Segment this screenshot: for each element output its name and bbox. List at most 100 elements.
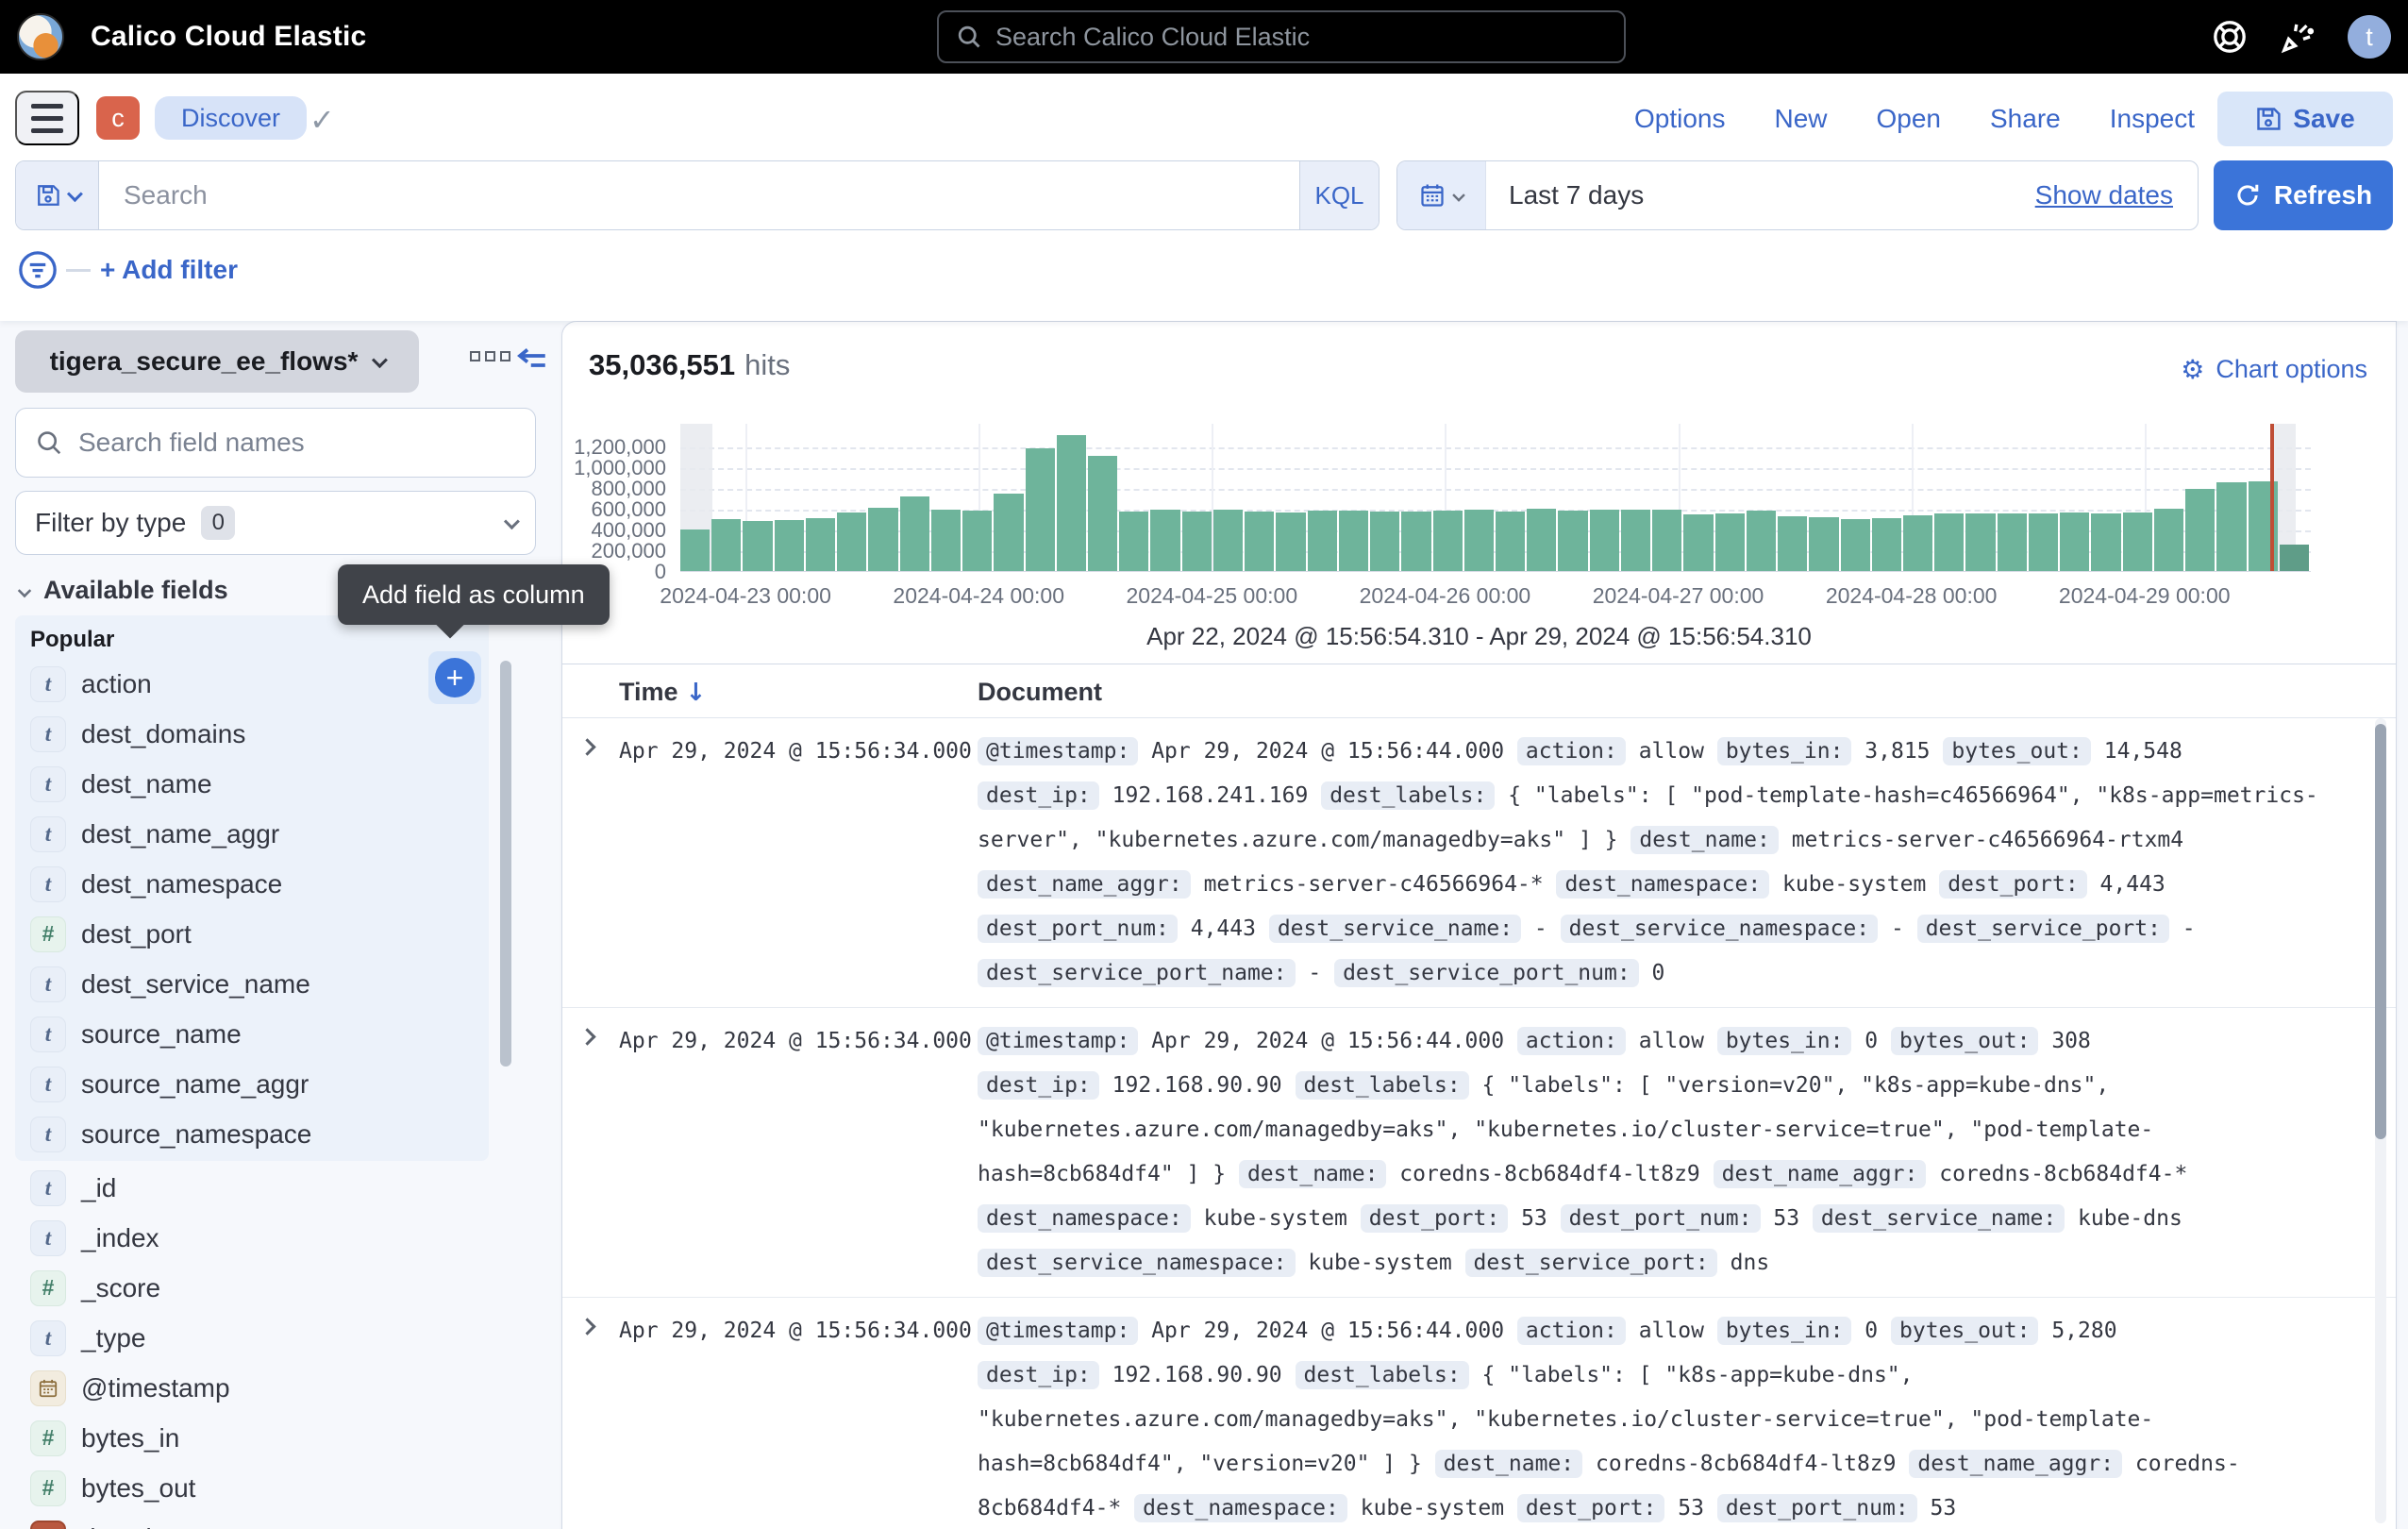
query-language-button[interactable]: KQL [1299, 161, 1379, 229]
histogram-bar[interactable] [806, 518, 835, 571]
field-item-source_name_aggr[interactable]: tsource_name_aggr [15, 1059, 489, 1109]
save-button[interactable]: Save [2217, 92, 2393, 146]
histogram-bar[interactable] [1558, 511, 1587, 571]
histogram-bar[interactable] [1464, 510, 1494, 571]
menu-item-share[interactable]: Share [1990, 104, 2061, 134]
histogram-bar[interactable] [775, 520, 804, 571]
histogram-bar[interactable] [1872, 518, 1901, 571]
field-item-_type[interactable]: t_type [15, 1313, 489, 1363]
collapse-sidebar-icon[interactable] [513, 342, 551, 379]
refresh-button[interactable]: Refresh [2214, 160, 2393, 230]
histogram-bar[interactable] [837, 512, 866, 571]
available-fields-header[interactable]: Available fields [19, 576, 228, 605]
index-pattern-selector[interactable]: tigera_secure_ee_flows* [15, 330, 419, 393]
show-dates-button[interactable]: Show dates [2011, 161, 2198, 229]
user-avatar[interactable]: t [2348, 15, 2391, 59]
field-item-_score[interactable]: #_score [15, 1263, 489, 1313]
field-search-input[interactable]: Search field names [15, 408, 536, 478]
histogram-bar[interactable] [1527, 509, 1556, 571]
help-icon[interactable] [2212, 19, 2248, 55]
field-item-action[interactable]: taction+ [15, 659, 489, 709]
expand-row-button[interactable] [562, 1019, 619, 1285]
histogram-bar[interactable] [1590, 510, 1619, 571]
time-range-value[interactable]: Last 7 days [1486, 161, 2011, 229]
histogram-bar[interactable] [2123, 512, 2152, 571]
histogram-bar[interactable] [1809, 517, 1838, 571]
field-item-source_name[interactable]: tsource_name [15, 1009, 489, 1059]
histogram-bar[interactable] [1778, 516, 1807, 571]
menu-item-inspect[interactable]: Inspect [2110, 104, 2195, 134]
histogram-bar[interactable] [1715, 513, 1745, 571]
histogram-bar[interactable] [931, 510, 961, 571]
histogram-bar[interactable] [1088, 456, 1117, 571]
global-search-input[interactable]: Search Calico Cloud Elastic [937, 10, 1626, 63]
menu-item-open[interactable]: Open [1877, 104, 1942, 134]
histogram-bar[interactable] [1182, 512, 1212, 571]
histogram-bar[interactable] [2185, 489, 2215, 571]
histogram-chart[interactable] [680, 424, 2311, 572]
field-item-dest_port[interactable]: #dest_port [15, 909, 489, 959]
field-layout-icon[interactable] [470, 351, 510, 361]
kql-search-input[interactable]: Search [99, 161, 1299, 229]
menu-item-new[interactable]: New [1774, 104, 1827, 134]
field-item-bytes_in[interactable]: #bytes_in [15, 1413, 489, 1463]
histogram-bar[interactable] [1965, 513, 1995, 571]
histogram-bar[interactable] [1652, 510, 1681, 571]
field-item-dest_service_name[interactable]: tdest_service_name [15, 959, 489, 1009]
histogram-bar[interactable] [1276, 512, 1305, 571]
filter-menu-icon[interactable] [17, 249, 59, 291]
histogram-bar[interactable] [1841, 519, 1870, 571]
table-scrollbar-thumb[interactable] [2375, 724, 2386, 1139]
add-filter-button[interactable]: + Add filter [100, 255, 238, 285]
histogram-bar[interactable] [1339, 511, 1368, 571]
histogram-bar[interactable] [1621, 510, 1650, 571]
histogram-bar[interactable] [2060, 512, 2089, 571]
news-icon[interactable] [2280, 19, 2316, 55]
sidebar-scrollbar[interactable] [500, 661, 511, 1067]
histogram-bar[interactable] [868, 508, 897, 571]
expand-row-button[interactable] [562, 1309, 619, 1529]
histogram-bar[interactable] [1119, 512, 1148, 571]
histogram-bar[interactable] [2091, 513, 2120, 571]
histogram-bar[interactable] [1245, 512, 1274, 571]
field-item-dest_domains[interactable]: tdest_domains [15, 709, 489, 759]
histogram-bar[interactable] [1998, 513, 2027, 571]
histogram-bar[interactable] [680, 529, 710, 571]
histogram-bar[interactable] [962, 511, 992, 571]
field-item-source_namespace[interactable]: tsource_namespace [15, 1109, 489, 1159]
field-item-dest_name[interactable]: tdest_name [15, 759, 489, 809]
histogram-bar[interactable] [1057, 435, 1086, 571]
saved-query-menu-button[interactable] [16, 161, 99, 229]
histogram-bar[interactable] [1401, 512, 1430, 571]
histogram-bar[interactable] [743, 521, 772, 571]
histogram-bar[interactable] [2280, 545, 2309, 571]
space-avatar[interactable]: c [96, 96, 140, 140]
histogram-bar[interactable] [1213, 510, 1243, 571]
sort-descending-icon[interactable]: ↓ [686, 679, 707, 707]
field-item-@timestamp[interactable]: @timestamp [15, 1363, 489, 1413]
time-column-header[interactable]: Time ↓ [619, 678, 706, 707]
menu-toggle-button[interactable] [15, 91, 79, 145]
breadcrumb[interactable]: Discover [155, 96, 307, 140]
field-item-dest_namespace[interactable]: tdest_namespace [15, 859, 489, 909]
histogram-bar[interactable] [1150, 510, 1179, 571]
histogram-bar[interactable] [1747, 511, 1776, 571]
field-item-dest_ip[interactable]: IPdest_ip [15, 1513, 489, 1529]
expand-row-button[interactable] [562, 730, 619, 996]
histogram-bar[interactable] [900, 496, 929, 571]
add-field-as-column-button[interactable]: + [435, 658, 475, 697]
histogram-bar[interactable] [1308, 511, 1337, 571]
histogram-bar[interactable] [1683, 514, 1713, 571]
menu-item-options[interactable]: Options [1634, 104, 1726, 134]
filter-by-type-dropdown[interactable]: Filter by type 0 [15, 491, 536, 555]
histogram-bar[interactable] [1433, 511, 1463, 571]
histogram-bar[interactable] [994, 494, 1023, 571]
histogram-bar[interactable] [1496, 512, 1525, 571]
field-item-bytes_out[interactable]: #bytes_out [15, 1463, 489, 1513]
histogram-bar[interactable] [1026, 448, 1055, 571]
histogram-bar[interactable] [2154, 509, 2183, 571]
field-item-_index[interactable]: t_index [15, 1213, 489, 1263]
field-item-dest_name_aggr[interactable]: tdest_name_aggr [15, 809, 489, 859]
histogram-bar[interactable] [1370, 512, 1399, 571]
histogram-bar[interactable] [711, 519, 741, 571]
